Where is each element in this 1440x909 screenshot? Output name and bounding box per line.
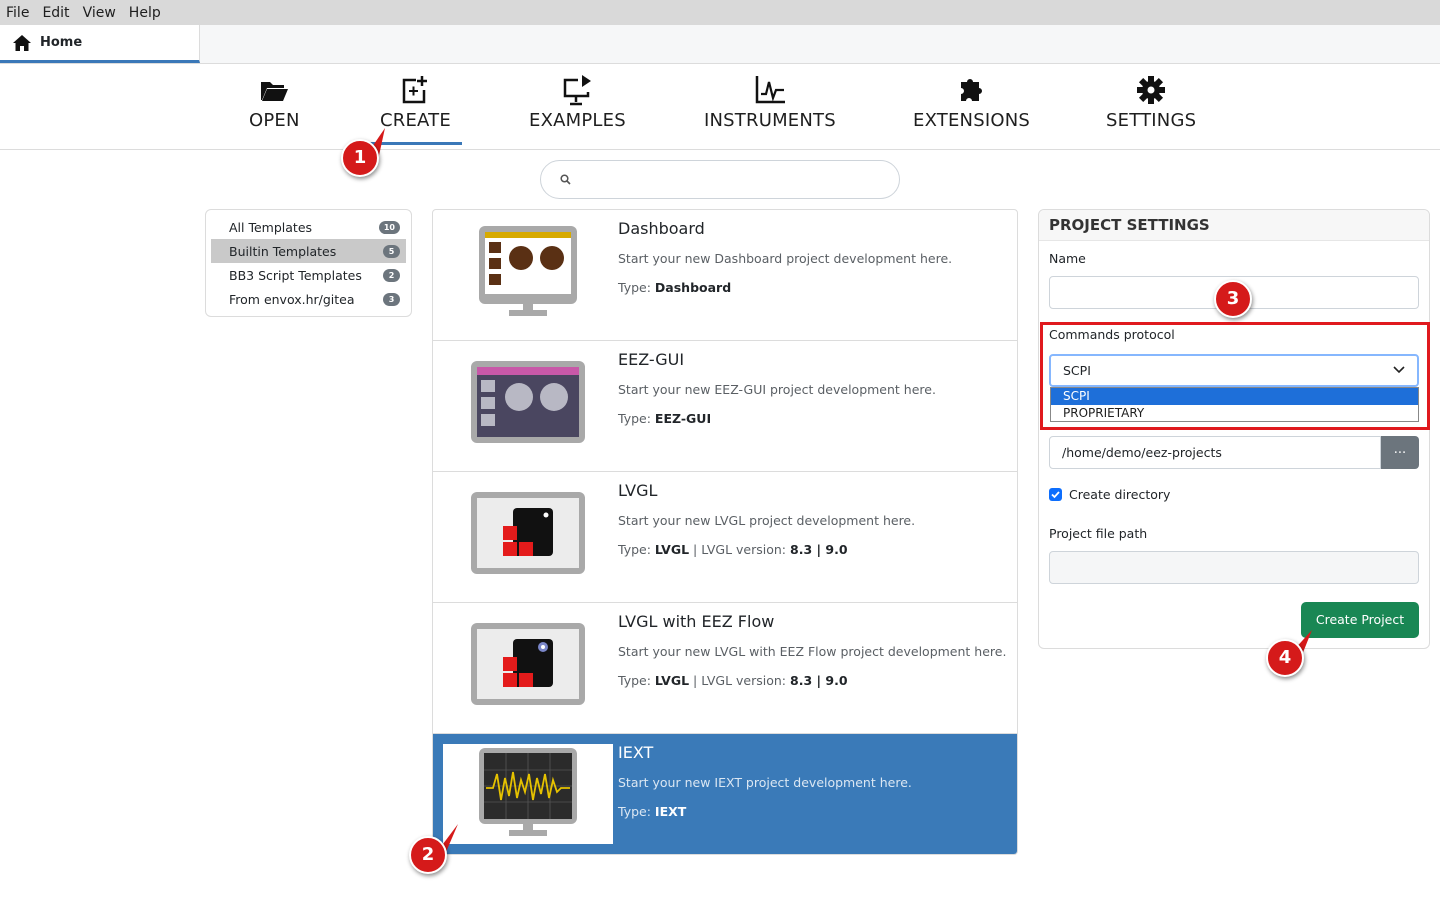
annotation-marker-2: 2 bbox=[409, 836, 447, 874]
annotation-marker-3: 3 bbox=[1214, 280, 1252, 318]
annotation-marker-1: 1 bbox=[341, 139, 379, 177]
annotation-marker-4: 4 bbox=[1266, 639, 1304, 677]
marker-tails bbox=[370, 128, 1312, 852]
